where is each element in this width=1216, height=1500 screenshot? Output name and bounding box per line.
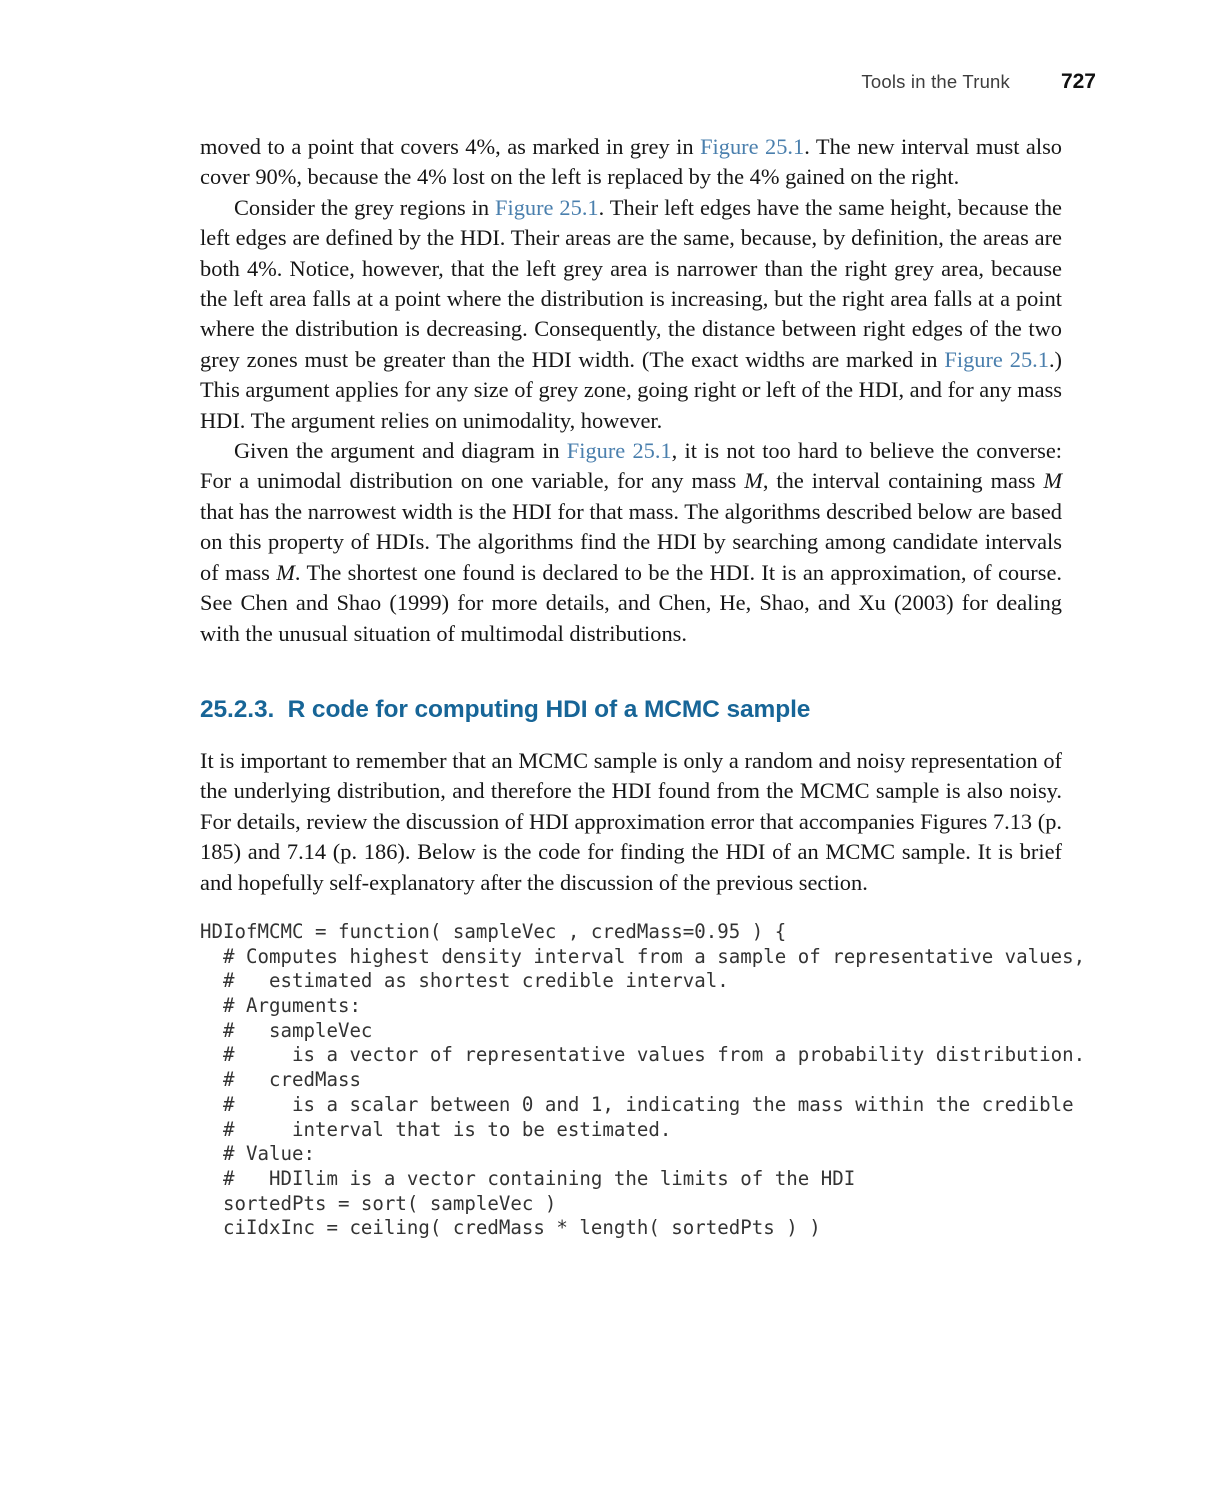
paragraph-1-text-a: moved to a point that covers 4%, as mark… — [200, 134, 701, 159]
document-page: Tools in the Trunk 727 moved to a point … — [0, 0, 1216, 1500]
paragraph-2: Consider the grey regions in Figure 25.1… — [200, 193, 1062, 436]
figure-cross-reference[interactable]: Figure 25.1 — [567, 438, 672, 463]
math-variable-m: M — [276, 559, 295, 585]
figure-cross-reference[interactable]: Figure 25.1 — [944, 347, 1049, 372]
paragraph-3-text-a: Given the argument and diagram in — [234, 438, 567, 464]
section-heading-25-2-3: 25.2.3. R code for computing HDI of a MC… — [200, 695, 811, 723]
paragraph-4: It is important to remember that an MCMC… — [200, 747, 1062, 895]
heading-bottom-spacer — [200, 724, 1062, 746]
running-head: Tools in the Trunk 727 — [200, 70, 1096, 94]
paragraph-3-text-c: , the interval containing mass — [762, 468, 1044, 494]
paragraph-3: Given the argument and diagram in Figure… — [200, 436, 1062, 649]
code-top-spacer — [200, 898, 1062, 920]
math-variable-m: M — [1043, 468, 1062, 494]
paragraph-3-text-e: . The shortest one found is declared to … — [200, 559, 1062, 646]
figure-cross-reference[interactable]: Figure 25.1 — [700, 134, 804, 159]
heading-top-spacer — [200, 649, 1062, 696]
paragraph-2-text-a: Consider the grey regions in — [234, 194, 496, 220]
code-lines: HDIofMCMC = function( sampleVec , credMa… — [200, 919, 1086, 1240]
figure-cross-reference[interactable]: Figure 25.1 — [495, 195, 599, 220]
math-variable-m: M — [744, 468, 763, 494]
running-head-title: Tools in the Trunk — [861, 71, 1010, 92]
body-column: moved to a point that covers 4%, as mark… — [200, 132, 1085, 1241]
paragraph-1: moved to a point that covers 4%, as mark… — [200, 132, 1062, 193]
r-code-block: HDIofMCMC = function( sampleVec , credMa… — [200, 920, 1085, 1241]
paragraph-2-text-b: . Their left edges have the same height,… — [200, 194, 1062, 372]
page-number: 727 — [1060, 70, 1096, 93]
